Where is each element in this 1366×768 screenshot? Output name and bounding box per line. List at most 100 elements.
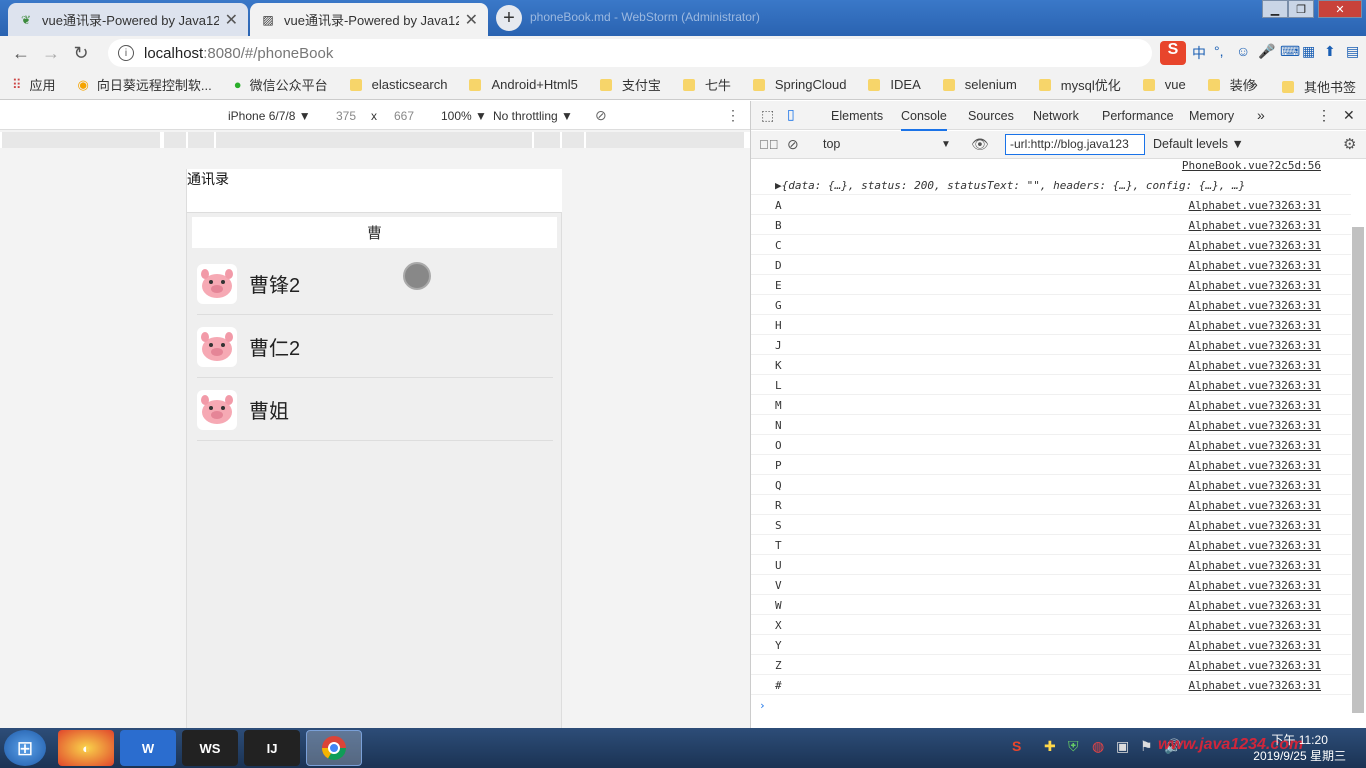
log-source-link[interactable]: Alphabet.vue?3263:31 [1189,199,1321,212]
log-source-link[interactable]: Alphabet.vue?3263:31 [1189,599,1321,612]
log-source-link[interactable]: Alphabet.vue?3263:31 [1189,239,1321,252]
sogou-icon[interactable]: S [1160,41,1186,65]
log-source-link[interactable]: Alphabet.vue?3263:31 [1189,339,1321,352]
log-source-link[interactable]: Alphabet.vue?3263:31 [1189,639,1321,652]
shirt-icon[interactable]: ⬆ [1324,43,1336,60]
throttle-select[interactable]: No throttling ▼ [493,109,573,123]
console-object-row[interactable]: ▶{data: {…}, status: 200, statusText: ""… [751,175,1351,195]
bookmark-folder[interactable]: mysql优化 [1038,75,1121,94]
bookmark-apps[interactable]: ⠿ 应用 [12,75,56,94]
minimize-icon[interactable]: ▁ [1262,0,1288,18]
keyboard-icon[interactable]: ⌨ [1280,43,1300,60]
reload-icon[interactable]: ↻ [66,43,96,64]
address-bar[interactable]: i localhost:8080/#/phoneBook [108,39,1152,67]
tray-app-icon[interactable]: ◍ [1092,738,1104,755]
wps-app-icon[interactable]: W [120,730,176,766]
rotate-icon[interactable]: ⊘ [595,107,607,124]
inspect-icon[interactable]: ⬚ [761,107,774,124]
contact-item[interactable]: 曹锋2 [197,253,553,315]
contact-item[interactable]: 曹姐 [197,379,553,441]
photos-app-icon[interactable]: ◐ [58,730,114,766]
console-scrollbar[interactable] [1352,227,1364,713]
log-source-link[interactable]: Alphabet.vue?3263:31 [1189,519,1321,532]
log-source-link[interactable]: Alphabet.vue?3263:31 [1189,499,1321,512]
punct-icon[interactable]: °, [1214,43,1224,59]
log-levels-select[interactable]: Default levels ▼ [1153,137,1244,151]
tab-performance[interactable]: Performance [1102,109,1174,123]
tab-console[interactable]: Console [901,109,947,131]
log-source-link[interactable]: Alphabet.vue?3263:31 [1189,359,1321,372]
close-devtools-icon[interactable]: ✕ [1343,107,1355,124]
other-bookmarks[interactable]: 其他书签 [1282,77,1356,96]
log-source-link[interactable]: Alphabet.vue?3263:31 [1189,439,1321,452]
tab-memory[interactable]: Memory [1189,109,1234,123]
ime-mode-icon[interactable]: 中 [1192,43,1206,63]
context-select[interactable]: top [823,137,840,151]
log-source-link[interactable]: Alphabet.vue?3263:31 [1189,479,1321,492]
log-source-link[interactable]: Alphabet.vue?3263:31 [1189,319,1321,332]
log-source-link[interactable]: Alphabet.vue?3263:31 [1189,559,1321,572]
bookmark-folder[interactable]: selenium [942,77,1017,92]
bookmark-folder[interactable]: SpringCloud [752,77,846,92]
tab-sources[interactable]: Sources [968,109,1014,123]
log-source-link[interactable]: Alphabet.vue?3263:31 [1189,419,1321,432]
tools-icon[interactable]: ▤ [1346,43,1359,60]
zoom-select[interactable]: 100% ▼ [441,109,487,123]
device-toggle-icon[interactable]: ▯ [787,106,795,123]
settings-gear-icon[interactable]: ⚙ [1343,135,1356,153]
system-clock[interactable]: 下午 11:20 2019/9/25 星期三 [1253,732,1346,764]
log-source-link[interactable]: Alphabet.vue?3263:31 [1189,659,1321,672]
contact-item[interactable]: 曹仁2 [197,316,553,378]
log-source-link[interactable]: Alphabet.vue?3263:31 [1189,579,1321,592]
smiley-icon[interactable]: ☺ [1236,43,1250,59]
webstorm-app-icon[interactable]: WS [182,730,238,766]
intellij-app-icon[interactable]: IJ [244,730,300,766]
maximize-icon[interactable]: ❐ [1288,0,1314,18]
log-source-link[interactable]: Alphabet.vue?3263:31 [1189,539,1321,552]
close-tab-icon[interactable]: ✕ [465,10,478,30]
tab-active[interactable]: ▨ vue通讯录-Powered by Java12 ✕ [250,3,488,36]
forward-icon[interactable]: → [36,43,66,64]
bookmark-sunflower[interactable]: ◉ 向日葵远程控制软... [78,75,212,94]
more-tabs-icon[interactable]: » [1257,107,1265,123]
context-dropdown-icon[interactable]: ▼ [941,139,951,150]
clear-console-icon[interactable]: ⊘ [787,136,799,153]
device-width[interactable]: 375 [336,109,356,123]
log-source-link[interactable]: Alphabet.vue?3263:31 [1189,279,1321,292]
bookmarks-more-icon[interactable]: » [1250,76,1258,92]
bookmark-folder[interactable]: vue [1142,77,1186,92]
network-icon[interactable]: ▣ [1116,738,1129,755]
flag-icon[interactable]: ⚑ [1140,738,1153,755]
tray-plus-icon[interactable]: ✚ [1044,738,1056,755]
console-filter-input[interactable]: -url:http://blog.java123 [1005,134,1145,155]
start-button-icon[interactable]: ⊞ [4,730,46,766]
tab-network[interactable]: Network [1033,109,1079,123]
tab-inactive[interactable]: ❦ vue通讯录-Powered by Java12 ✕ [8,3,248,36]
tab-elements[interactable]: Elements [831,109,883,123]
log-source-link[interactable]: Alphabet.vue?3263:31 [1189,679,1321,692]
log-source-link[interactable]: Alphabet.vue?3263:31 [1189,219,1321,232]
close-tab-icon[interactable]: ✕ [225,10,238,30]
log-source-link[interactable]: Alphabet.vue?3263:31 [1189,379,1321,392]
log-source-link[interactable]: Alphabet.vue?3263:31 [1189,619,1321,632]
device-height[interactable]: 667 [394,109,414,123]
log-source-link[interactable]: Alphabet.vue?3263:31 [1189,399,1321,412]
shield-icon[interactable]: ⛨ [1068,738,1079,755]
bookmark-folder[interactable]: 支付宝 [599,75,661,94]
menu-icon[interactable]: ⋮ [1317,107,1331,124]
close-window-icon[interactable]: ✕ [1318,0,1362,18]
chrome-app-icon[interactable] [306,730,362,766]
log-source-link[interactable]: Alphabet.vue?3263:31 [1189,299,1321,312]
sogou-tray-icon[interactable]: S [1012,738,1021,754]
bookmark-folder[interactable]: elasticsearch [349,77,447,92]
mic-icon[interactable]: 🎤 [1258,43,1275,60]
more-options-icon[interactable]: ⋮ [726,107,740,124]
log-source-link[interactable]: Alphabet.vue?3263:31 [1189,459,1321,472]
bookmark-folder[interactable]: IDEA [868,77,921,92]
log-source-link[interactable]: PhoneBook.vue?2c5d:56 [1182,159,1321,172]
console-prompt[interactable]: › [751,695,1351,715]
info-icon[interactable]: i [118,45,134,61]
eye-icon[interactable]: 👁 [971,136,989,153]
bookmark-folder[interactable]: Android+Html5 [469,77,578,92]
bookmark-folder[interactable]: 装修 [1207,75,1256,94]
